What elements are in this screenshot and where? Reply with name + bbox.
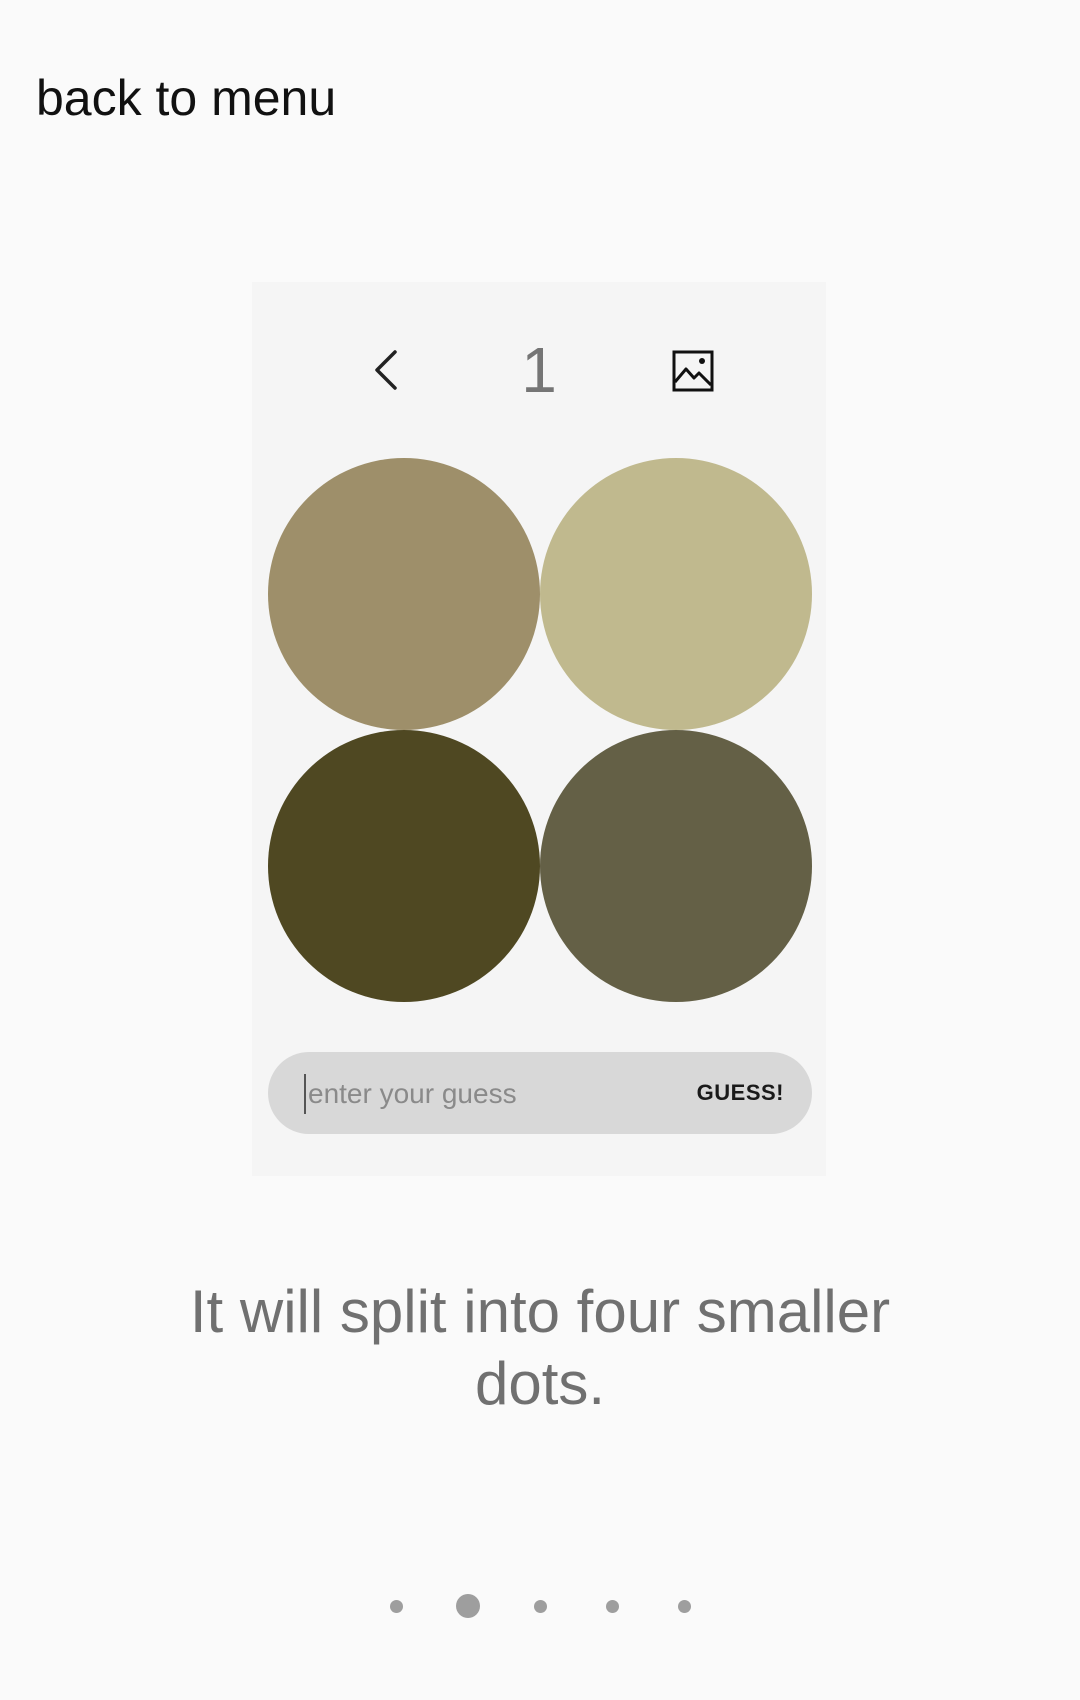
- chevron-left-icon[interactable]: [364, 348, 408, 392]
- pager-dot[interactable]: [389, 1599, 403, 1613]
- page-indicator: [0, 1586, 1080, 1626]
- guess-button[interactable]: GUESS!: [697, 1052, 784, 1134]
- back-to-menu-link[interactable]: back to menu: [36, 66, 336, 130]
- pager-dot[interactable]: [533, 1599, 547, 1613]
- pager-dot[interactable]: [605, 1599, 619, 1613]
- hint-text: It will split into four smaller dots.: [189, 1278, 891, 1417]
- dot-top-right[interactable]: [540, 458, 812, 730]
- pager-dot[interactable]: [677, 1599, 691, 1613]
- game-card: 1 GUESS!: [252, 282, 826, 1176]
- image-icon[interactable]: [670, 348, 716, 394]
- level-number: 1: [521, 334, 557, 406]
- dot-bottom-right[interactable]: [540, 730, 812, 1002]
- dots-grid: [268, 458, 812, 1002]
- dot-bottom-left[interactable]: [268, 730, 540, 1002]
- guess-bar: GUESS!: [268, 1052, 812, 1134]
- dot-top-left[interactable]: [268, 458, 540, 730]
- card-header: 1: [252, 330, 826, 410]
- pager-dot-active[interactable]: [456, 1594, 480, 1618]
- guess-input[interactable]: [304, 1074, 690, 1114]
